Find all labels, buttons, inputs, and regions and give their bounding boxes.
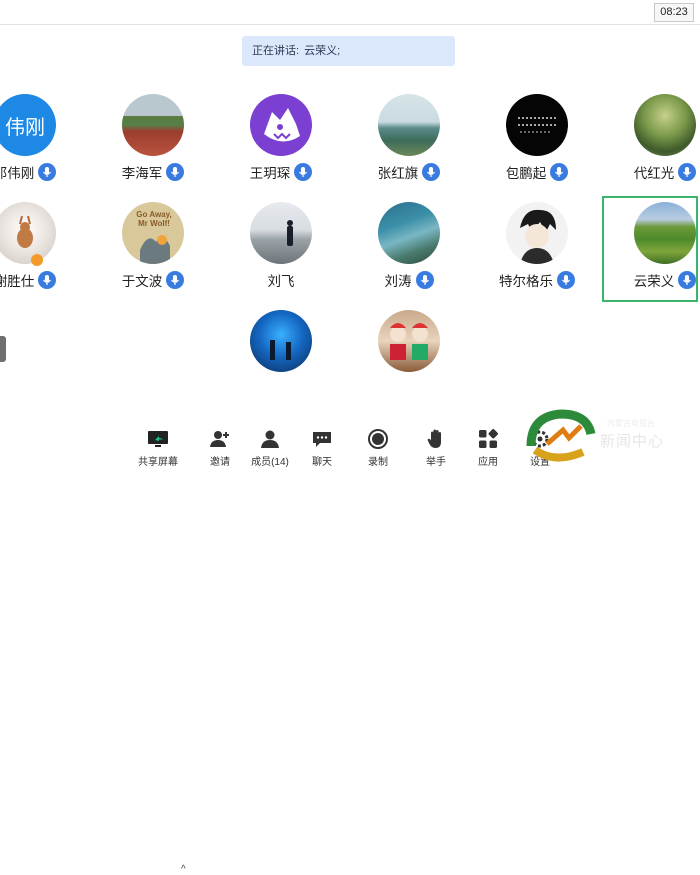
avatar: [250, 94, 312, 156]
participant-tile[interactable]: 特尔格乐: [474, 202, 600, 306]
participant-name: 邓伟刚: [0, 166, 35, 181]
share-screen-icon: [147, 430, 169, 453]
avatar: [378, 310, 440, 372]
apps-grid-icon: [478, 428, 498, 454]
microphone-icon[interactable]: [166, 271, 185, 289]
microphone-icon[interactable]: [557, 271, 575, 289]
record-button[interactable]: 录制: [354, 428, 402, 468]
participant-tile[interactable]: 包鹏起: [474, 94, 600, 198]
members-icon: [259, 429, 281, 454]
person-icon: [31, 254, 43, 266]
avatar: [634, 94, 696, 156]
participant-name: 王玥琛: [249, 166, 291, 181]
avatar: [122, 94, 184, 156]
raise-hand-button[interactable]: 举手: [412, 429, 460, 468]
participant-name: 包鹏起: [505, 166, 547, 181]
microphone-icon[interactable]: [38, 271, 57, 289]
microphone-icon[interactable]: [550, 163, 569, 181]
members-label: 成员(14): [251, 457, 289, 468]
participant-tile[interactable]: Go Away, Mr Wolf! 于文波: [90, 202, 216, 306]
meeting-clock: 08:23: [654, 3, 694, 22]
avatar: [634, 202, 696, 264]
participant-tile[interactable]: 刘飞: [218, 202, 344, 306]
avatar: [506, 94, 568, 156]
speaking-indicator: 正在讲话: 云荣义;: [242, 36, 455, 66]
microphone-icon[interactable]: [294, 163, 313, 181]
chat-label: 聊天: [312, 457, 332, 468]
avatar: [250, 310, 312, 372]
participant-tile[interactable]: 张红旗: [346, 94, 472, 198]
watermark-subtext: 内蒙古电视台: [607, 419, 655, 428]
speaking-name: 云荣义;: [304, 45, 341, 57]
share-screen-button[interactable]: 共享屏幕: [133, 430, 183, 468]
chat-button[interactable]: 聊天: [298, 430, 346, 468]
participant-name: 刘涛: [384, 274, 412, 289]
invite-label: 邀请: [210, 457, 230, 468]
microphone-icon[interactable]: [678, 163, 697, 181]
add-user-icon: [209, 429, 231, 454]
microphone-icon[interactable]: [415, 271, 434, 289]
avatar: Go Away, Mr Wolf!: [122, 202, 184, 264]
watermark-text: 新闻中心: [600, 433, 665, 450]
participant-tile[interactable]: 王玥琛: [218, 94, 344, 198]
participant-tile[interactable]: 云荣义: [602, 202, 700, 306]
speaking-prefix: 正在讲话:: [252, 45, 300, 57]
participant-tile[interactable]: [346, 310, 472, 414]
top-bar: 08:23: [0, 0, 700, 25]
record-label: 录制: [368, 457, 388, 468]
avatar: [378, 202, 440, 264]
participant-tile[interactable]: 伟刚 邓伟刚: [0, 94, 88, 198]
participant-name: 代红光: [633, 166, 675, 181]
avatar-initials: 伟刚: [5, 116, 45, 139]
participant-name: 李海军: [121, 166, 163, 181]
avatar: [0, 202, 56, 264]
participant-tile[interactable]: 李海军: [90, 94, 216, 198]
apps-label: 应用: [478, 457, 498, 468]
participant-name: 特尔格乐: [499, 274, 553, 289]
microphone-icon[interactable]: [678, 271, 697, 289]
raise-hand-label: 举手: [426, 457, 446, 468]
participant-tile[interactable]: 代红光: [602, 94, 700, 198]
participant-name: 谢胜仕: [0, 274, 35, 289]
participant-tile[interactable]: [218, 310, 344, 414]
record-icon: [368, 428, 388, 454]
microphone-icon[interactable]: [38, 163, 57, 181]
side-panel-handle[interactable]: [0, 336, 6, 362]
avatar: [250, 202, 312, 264]
microphone-icon[interactable]: [422, 163, 441, 181]
invite-button[interactable]: 邀请: [196, 429, 244, 468]
participant-tile[interactable]: 谢胜仕: [0, 202, 88, 306]
share-screen-label: 共享屏幕: [138, 457, 178, 468]
avatar: [506, 202, 568, 264]
participant-name: 刘飞: [267, 274, 295, 289]
participant-name: 张红旗: [377, 166, 419, 181]
members-button[interactable]: 成员(14): [246, 429, 294, 468]
participant-name: 云荣义: [633, 274, 675, 289]
microphone-icon[interactable]: [166, 163, 185, 181]
chat-icon: [312, 430, 332, 453]
avatar: [378, 94, 440, 156]
participant-name: 于文波: [121, 274, 163, 289]
hand-icon: [427, 429, 445, 454]
avatar: 伟刚: [0, 94, 56, 156]
apps-button[interactable]: 应用: [464, 428, 512, 468]
chevron-up-icon[interactable]: ^: [181, 864, 186, 875]
participant-tile[interactable]: 刘涛: [346, 202, 472, 306]
